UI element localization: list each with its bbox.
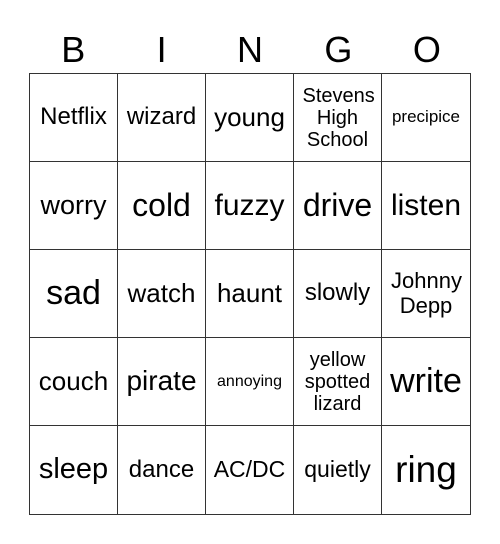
bingo-cell[interactable]: Netflix <box>30 74 118 162</box>
bingo-cell-text: couch <box>38 366 109 397</box>
bingo-cell[interactable]: cold <box>118 162 206 250</box>
bingo-cell[interactable]: listen <box>382 162 470 250</box>
bingo-cell[interactable]: AC/DC <box>206 426 294 514</box>
bingo-cell[interactable]: Johnny Depp <box>382 250 470 338</box>
bingo-cell[interactable]: ring <box>382 426 470 514</box>
bingo-cell-text: Stevens High School <box>302 84 375 151</box>
bingo-cell-text: slowly <box>304 279 371 307</box>
header-letter-b: B <box>61 29 86 70</box>
bingo-cell[interactable]: watch <box>118 250 206 338</box>
bingo-cell-text: ring <box>395 448 457 490</box>
bingo-cell-text: watch <box>127 278 196 309</box>
bingo-cell-text: dance <box>128 455 195 483</box>
bingo-cell-text: fuzzy <box>214 189 285 222</box>
bingo-cell[interactable]: fuzzy <box>206 162 294 250</box>
bingo-cell-text: sad <box>46 273 101 312</box>
bingo-cell[interactable]: young <box>206 74 294 162</box>
bingo-cell[interactable]: drive <box>294 162 382 250</box>
bingo-cell-text: sleep <box>38 453 109 486</box>
bingo-cell[interactable]: sleep <box>30 426 118 514</box>
bingo-cell[interactable]: dance <box>118 426 206 514</box>
bingo-cell-text: haunt <box>216 278 283 309</box>
bingo-cell[interactable]: write <box>382 338 470 426</box>
bingo-cell[interactable]: annoying <box>206 338 294 426</box>
bingo-cell[interactable]: pirate <box>118 338 206 426</box>
bingo-cell-text: quietly <box>304 456 371 483</box>
bingo-cell[interactable]: haunt <box>206 250 294 338</box>
bingo-cell-text: annoying <box>217 372 282 390</box>
bingo-cell[interactable]: worry <box>30 162 118 250</box>
bingo-cell-text: drive <box>302 186 373 223</box>
bingo-cell[interactable]: Stevens High School <box>294 74 382 162</box>
bingo-grid: Netflix wizard young Stevens High School pre… <box>29 73 471 515</box>
bingo-header: B I N G O <box>29 28 471 72</box>
bingo-cell[interactable]: quietly <box>294 426 382 514</box>
bingo-cell[interactable]: wizard <box>118 74 206 162</box>
bingo-cell-text: Netflix <box>40 103 107 131</box>
bingo-cell[interactable]: yellow spotted lizard <box>294 338 382 426</box>
bingo-cell-text: listen <box>390 189 462 222</box>
bingo-cell-text: pirate <box>126 365 197 397</box>
bingo-cell-text: wizard <box>126 103 197 131</box>
bingo-cell-text: precipice <box>391 107 461 127</box>
header-letter-g: G <box>324 29 353 70</box>
bingo-cell-text: cold <box>132 186 191 223</box>
bingo-cell-text: young <box>214 102 285 133</box>
header-letter-n: N <box>237 29 264 70</box>
bingo-cell[interactable]: couch <box>30 338 118 426</box>
bingo-cell[interactable]: precipice <box>382 74 470 162</box>
bingo-cell-text: write <box>390 361 462 400</box>
header-letter-o: O <box>412 29 441 70</box>
bingo-cell[interactable]: slowly <box>294 250 382 338</box>
header-letter-i: I <box>156 29 167 70</box>
bingo-cell-text: worry <box>40 189 107 220</box>
bingo-cell-text: yellow spotted lizard <box>304 348 371 415</box>
bingo-cell-text: Johnny Depp <box>391 268 462 318</box>
bingo-cell[interactable]: sad <box>30 250 118 338</box>
bingo-cell-text: AC/DC <box>213 456 286 483</box>
